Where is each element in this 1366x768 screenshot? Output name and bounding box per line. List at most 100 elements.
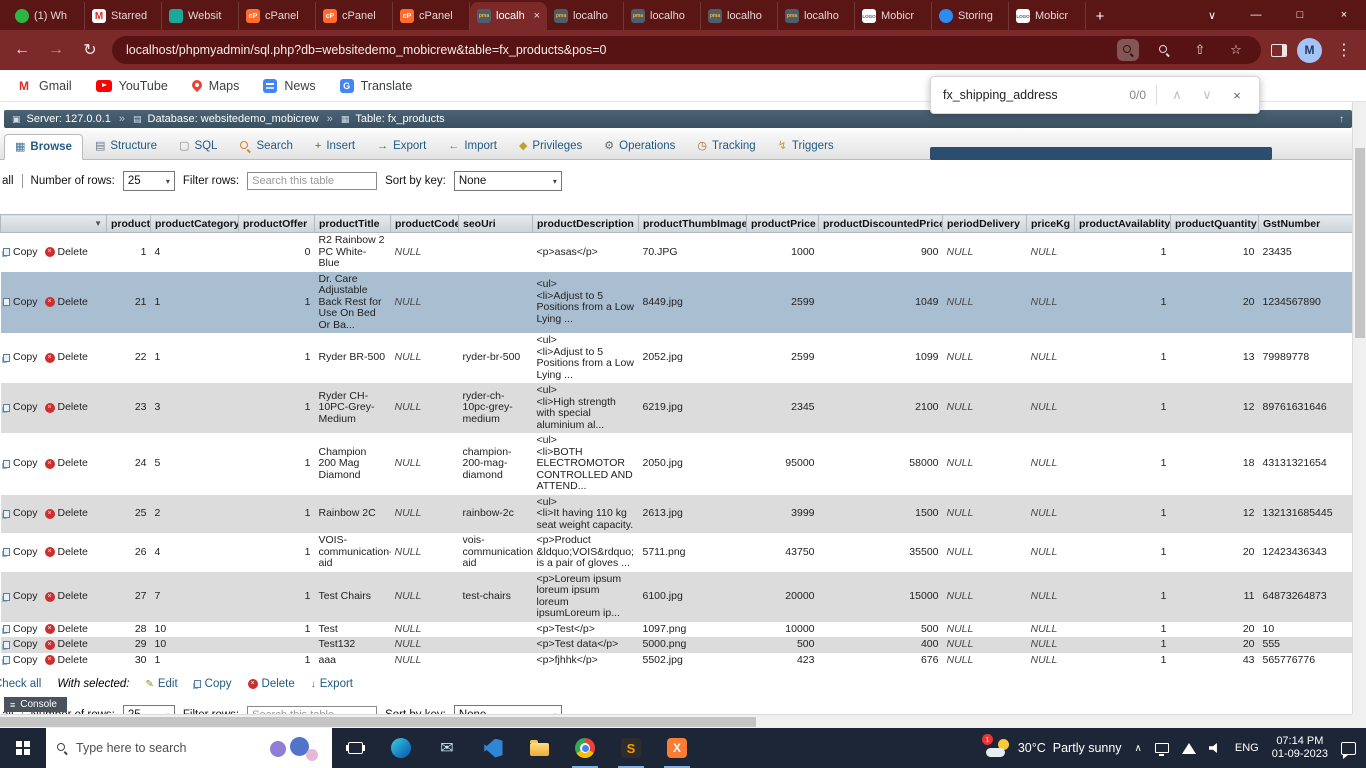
delete-action[interactable]: ×Delete	[45, 591, 88, 603]
check-all-label[interactable]: Check all	[0, 678, 41, 690]
explorer-taskbar-button[interactable]	[516, 728, 562, 768]
browser-tab-11[interactable]: pmalocalho	[778, 2, 855, 30]
delete-action[interactable]: ×Delete	[45, 508, 88, 520]
copy-action[interactable]: Copy	[3, 352, 38, 364]
copy-action[interactable]: Copy	[3, 297, 38, 309]
address-bar[interactable]: localhost/phpmyadmin/sql.php?db=websited…	[112, 36, 1261, 64]
forward-icon[interactable]: →	[44, 41, 68, 59]
tray-chevron-icon[interactable]: ∧	[1135, 743, 1142, 754]
find-highlight-icon[interactable]	[1117, 39, 1139, 61]
wifi-icon[interactable]	[1182, 743, 1196, 754]
browser-tab-13[interactable]: Storing	[932, 2, 1009, 30]
reload-icon[interactable]: ↻	[78, 40, 102, 60]
browser-tab-10[interactable]: pmalocalho	[701, 2, 778, 30]
export-action[interactable]: ↓Export	[311, 678, 353, 690]
delete-action[interactable]: ×Delete	[45, 352, 88, 364]
taskbar-search[interactable]: Type here to search	[46, 728, 332, 768]
browser-tab-2[interactable]: MStarred	[85, 2, 162, 30]
show-all-label[interactable]: all	[2, 175, 14, 187]
copy-action[interactable]: Copy	[3, 247, 38, 259]
column-header-productDiscountedPrice[interactable]: productDiscountedPrice	[819, 215, 943, 233]
xampp-taskbar-button[interactable]: X	[654, 728, 700, 768]
browser-tab-5[interactable]: cPcPanel	[316, 2, 393, 30]
profile-avatar[interactable]: M	[1297, 38, 1322, 63]
bookmark-translate[interactable]: GTranslate	[340, 78, 413, 94]
delete-action[interactable]: ×Delete	[45, 655, 88, 667]
task-view-button[interactable]	[332, 728, 378, 768]
column-header-productThumbImage[interactable]: productThumbImage	[639, 215, 747, 233]
column-header-productTitle[interactable]: productTitle	[315, 215, 391, 233]
pma-tab-tracking[interactable]: ◷Tracking	[687, 133, 765, 159]
bookmark-gmail[interactable]: MGmail	[16, 78, 72, 94]
language-indicator[interactable]: ENG	[1235, 742, 1259, 754]
close-button[interactable]: ×	[1322, 0, 1366, 30]
column-header-productCode[interactable]: productCode	[391, 215, 459, 233]
delete-action[interactable]: ×Delete	[248, 678, 295, 690]
vertical-scrollbar[interactable]	[1352, 102, 1366, 714]
action-center-icon[interactable]	[1341, 742, 1356, 755]
delete-action[interactable]: ×Delete	[45, 624, 88, 636]
tab-close-icon[interactable]: ×	[534, 10, 540, 22]
weather-widget[interactable]: 1 30°C Partly sunny	[985, 736, 1122, 760]
edit-action[interactable]: ✎Edit	[145, 678, 177, 690]
browser-tab-6[interactable]: cPcPanel	[393, 2, 470, 30]
pma-tab-search[interactable]: Search	[229, 133, 302, 159]
browser-tab-7[interactable]: pmalocalh×	[470, 2, 547, 30]
pma-tab-sql[interactable]: ▢SQL	[169, 133, 227, 159]
console-tab[interactable]: ≡ Console	[4, 697, 67, 712]
browser-tab-3[interactable]: Websit	[162, 2, 239, 30]
column-header-productOffer[interactable]: productOffer	[239, 215, 315, 233]
column-header-productDescription[interactable]: productDescription	[533, 215, 639, 233]
find-close-icon[interactable]: ×	[1227, 88, 1247, 103]
breadcrumb-database[interactable]: Database: websitedemo_mobicrew	[148, 113, 319, 125]
find-prev-icon[interactable]: ∧	[1167, 87, 1187, 103]
copy-action[interactable]: Copy	[3, 508, 38, 520]
delete-action[interactable]: ×Delete	[45, 247, 88, 259]
side-panel-icon[interactable]	[1271, 44, 1287, 57]
column-header-productAvailablity[interactable]: productAvailablity	[1075, 215, 1171, 233]
edge-taskbar-button[interactable]	[378, 728, 424, 768]
rows-select[interactable]: 25▾	[123, 171, 175, 191]
column-header-periodDelivery[interactable]: periodDelivery	[943, 215, 1027, 233]
back-icon[interactable]: ←	[10, 41, 34, 59]
scrollbar-thumb[interactable]	[1355, 148, 1365, 338]
pma-tab-privileges[interactable]: ◆Privileges	[509, 133, 592, 159]
copy-action[interactable]: Copy	[3, 402, 38, 414]
minimize-button[interactable]: —	[1234, 0, 1278, 30]
bookmark-news[interactable]: News	[263, 78, 315, 94]
breadcrumb-server[interactable]: Server: 127.0.0.1	[27, 113, 111, 125]
breadcrumb-table[interactable]: Table: fx_products	[355, 113, 444, 125]
pma-tab-structure[interactable]: ▤Structure	[85, 133, 167, 159]
browser-tab-8[interactable]: pmalocalho	[547, 2, 624, 30]
scrollbar-thumb[interactable]	[0, 717, 756, 727]
delete-action[interactable]: ×Delete	[45, 458, 88, 470]
horizontal-scrollbar[interactable]	[0, 714, 1352, 728]
delete-action[interactable]: ×Delete	[45, 402, 88, 414]
maximize-button[interactable]: □	[1278, 0, 1322, 30]
browser-tab-12[interactable]: LOGOMobicr	[855, 2, 932, 30]
scroll-top-icon[interactable]: ↑	[1339, 114, 1344, 125]
pma-tab-browse[interactable]: ▦Browse	[4, 134, 83, 160]
share-icon[interactable]: ⇧	[1189, 39, 1211, 61]
pma-tab-operations[interactable]: ⚙Operations	[594, 133, 685, 159]
browser-tab-9[interactable]: pmalocalho	[624, 2, 701, 30]
search-highlight-flowers-icon[interactable]	[266, 733, 322, 763]
pma-tab-insert[interactable]: +Insert	[305, 133, 365, 159]
copy-action[interactable]: Copy	[3, 458, 38, 470]
column-header-productCategory[interactable]: productCategory	[151, 215, 239, 233]
browser-tab-1[interactable]: (1) Wh	[8, 2, 85, 30]
copy-action[interactable]: Copy	[194, 678, 232, 690]
sublime-taskbar-button[interactable]: S	[608, 728, 654, 768]
new-tab-button[interactable]: +	[1086, 2, 1114, 30]
menu-icon[interactable]: ⋮	[1332, 40, 1356, 60]
copy-action[interactable]: Copy	[3, 639, 38, 651]
pma-tab-import[interactable]: ←Import	[438, 133, 507, 159]
column-header-productID[interactable]: productID	[107, 215, 151, 233]
find-input[interactable]: fx_shipping_address	[943, 88, 1119, 102]
find-next-icon[interactable]: ∨	[1197, 87, 1217, 103]
zoom-icon[interactable]	[1153, 39, 1175, 61]
select-all-caret-icon[interactable]: ▼	[94, 219, 102, 228]
tray-display-icon[interactable]	[1155, 743, 1169, 753]
sort-select[interactable]: None▾	[454, 171, 562, 191]
column-header-GstNumber[interactable]: GstNumber	[1259, 215, 1366, 233]
